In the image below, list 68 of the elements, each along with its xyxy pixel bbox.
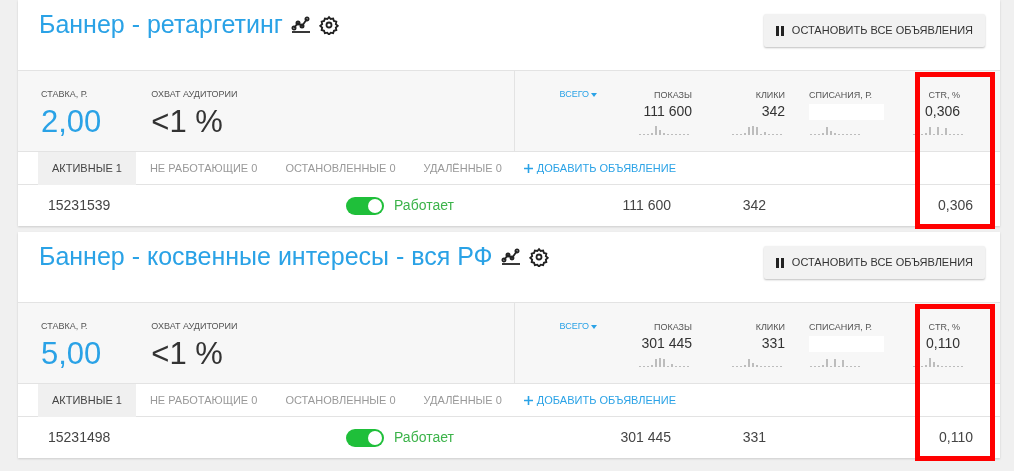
add-ad-link[interactable]: ДОБАВИТЬ ОБЪЯВЛЕНИЕ [523,391,677,409]
metric-label: СПИСАНИЯ, Р. [809,89,872,101]
filter-tab[interactable]: УДАЛЁННЫЕ 0 [409,151,516,185]
ad-toggle[interactable] [346,196,384,215]
metric-value: 331 [761,334,785,353]
ad-status: Работает [394,428,455,447]
bid-label: СТАВКА, Р. [41,320,89,333]
filter-tab[interactable]: ОСТАНОВЛЕННЫЕ 0 [271,383,410,417]
pause-icon [775,257,784,268]
sparkline-drawing [731,125,785,135]
sparkline-drawing [809,125,863,135]
chart-icon[interactable] [290,14,311,35]
filter-tab[interactable]: НЕ РАБОТАЮЩИЕ 0 [135,151,272,185]
bid-label: СТАВКА, Р. [41,88,89,101]
sparkline-drawing [912,125,966,135]
reach-label: ОХВАТ АУДИТОРИИ [151,88,238,101]
campaign-title[interactable]: Баннер - косвенные интересы - вся РФ [39,238,493,276]
sparkline-drawing [638,357,692,367]
metric-value: 301 445 [641,334,692,353]
ad-shows: 111 600 [621,196,671,215]
ad-id: 15231539 [47,196,112,215]
metric-value: 342 [761,102,785,121]
reach-value: <1 % [151,102,224,141]
metric-label: ПОКАЗЫ [653,321,692,333]
ad-ctr: 0,110 [938,428,973,447]
metric-label: CTR, % [928,89,960,101]
bid-value: 5,00 [41,334,102,373]
filter-tab[interactable]: УДАЛЁННЫЕ 0 [409,383,516,417]
pause-icon [775,25,784,36]
stop-all-button[interactable]: ОСТАНОВИТЬ ВСЕ ОБЪЯВЛЕНИЯ [763,246,985,279]
sparkline-drawing [912,357,966,367]
metric-label: CTR, % [928,321,960,333]
metric-label: СПИСАНИЯ, Р. [809,321,872,333]
ad-shows: 301 445 [619,428,671,447]
filter-tab[interactable]: АКТИВНЫЕ 1 [38,151,136,185]
reach-label: ОХВАТ АУДИТОРИИ [151,320,238,333]
metric-value: 0,110 [926,334,960,353]
metric-value: 0,306 [924,102,960,121]
reach-value: <1 % [151,334,224,373]
ad-toggle[interactable] [346,428,384,447]
metric-label: ПОКАЗЫ [653,89,692,101]
settings-icon[interactable] [528,246,549,267]
ad-ctr: 0,306 [936,196,973,215]
sparkline-drawing [809,357,863,367]
period-dropdown[interactable]: ВСЕГО [559,89,597,101]
sparkline-drawing [638,125,692,135]
metric-label: КЛИКИ [755,321,785,333]
sparkline-drawing [731,357,785,367]
add-ad-link[interactable]: ДОБАВИТЬ ОБЪЯВЛЕНИЕ [523,159,677,177]
period-dropdown[interactable]: ВСЕГО [559,321,597,333]
plus-icon [523,163,533,173]
ad-clicks: 342 [741,196,766,215]
bid-value: 2,00 [41,102,102,141]
settings-icon[interactable] [318,14,339,35]
ad-clicks: 331 [741,428,766,447]
chart-icon[interactable] [500,246,521,267]
ad-id: 15231498 [47,428,112,447]
metric-value: 111 600 [643,102,692,121]
ad-status: Работает [394,196,455,215]
filter-tab[interactable]: ОСТАНОВЛЕННЫЕ 0 [271,151,410,185]
metric-label: КЛИКИ [755,89,785,101]
campaign-title[interactable]: Баннер - ретаргетинг [39,6,283,44]
filter-tab[interactable]: НЕ РАБОТАЮЩИЕ 0 [135,383,272,417]
filter-tab[interactable]: АКТИВНЫЕ 1 [38,383,136,417]
caret-icon [591,93,597,97]
caret-icon [591,325,597,329]
stop-all-button[interactable]: ОСТАНОВИТЬ ВСЕ ОБЪЯВЛЕНИЯ [763,14,985,47]
plus-icon [523,395,533,405]
